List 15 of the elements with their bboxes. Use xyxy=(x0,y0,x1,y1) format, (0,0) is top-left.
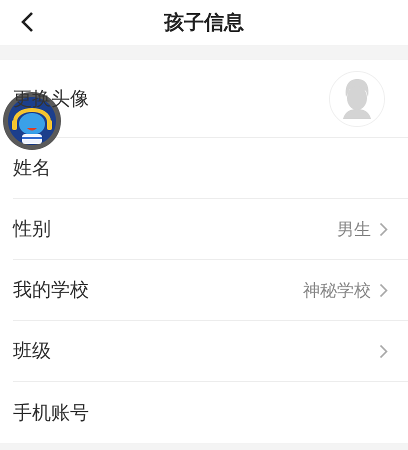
row-label: 班级 xyxy=(13,339,51,364)
settings-row[interactable]: 性别 男生 xyxy=(13,199,408,260)
back-icon[interactable] xyxy=(20,11,34,33)
row-label: 性别 xyxy=(13,217,51,242)
row-label: 姓名 xyxy=(13,156,51,181)
row-label: 我的学校 xyxy=(13,278,89,303)
avatar-icon xyxy=(329,70,385,126)
settings-row[interactable]: 手机账号 xyxy=(13,382,408,443)
row-label: 更换头像 xyxy=(13,86,89,112)
settings-row[interactable]: 班级 xyxy=(13,321,408,382)
row-value: 男生 xyxy=(337,218,371,240)
row-label: 手机账号 xyxy=(13,400,89,426)
row-value: 神秘学校 xyxy=(303,280,371,302)
page-title: 孩子信息 xyxy=(164,9,244,36)
settings-row[interactable]: 我的学校 神秘学校 xyxy=(13,260,408,321)
